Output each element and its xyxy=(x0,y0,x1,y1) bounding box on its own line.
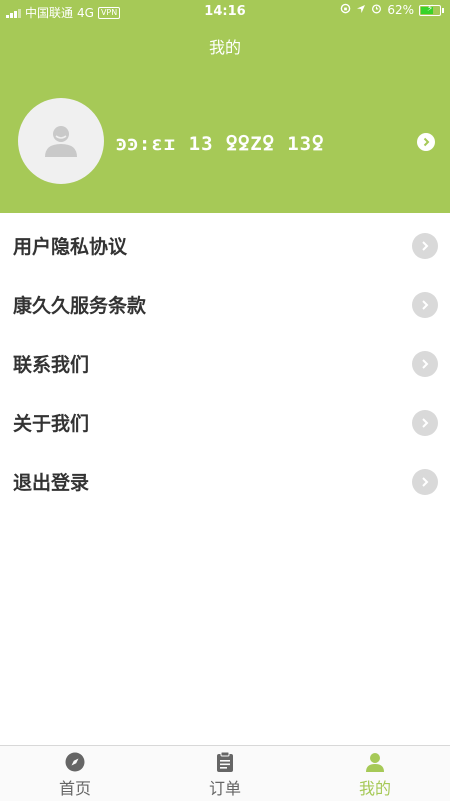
battery-icon: ⚡ xyxy=(419,4,441,16)
tab-orders[interactable]: 订单 xyxy=(150,746,300,801)
menu-item-privacy[interactable]: 用户隐私协议 xyxy=(0,216,450,275)
profile-arrow-icon[interactable] xyxy=(417,133,435,151)
menu-item-terms[interactable]: 康久久服务条款 xyxy=(0,275,450,334)
menu-item-label: 康久久服务条款 xyxy=(13,295,147,317)
menu-item-label: 用户隐私协议 xyxy=(13,236,128,258)
default-avatar-icon xyxy=(45,126,77,157)
alarm-icon xyxy=(371,3,382,17)
avatar[interactable] xyxy=(18,98,104,184)
settings-menu: 用户隐私协议 康久久服务条款 联系我们 关于我们 退出登录 xyxy=(0,216,450,511)
compass-icon xyxy=(65,752,85,772)
chevron-right-icon xyxy=(412,291,438,318)
status-right: 62% ⚡ xyxy=(340,3,444,17)
tab-label: 订单 xyxy=(208,779,241,798)
profile-header: 中国联通 4G VPN 14:16 62% ⚡ 我的 ꜿꜿ:ɛɪ 13 ꝿꝿZꝿ… xyxy=(0,0,450,213)
menu-item-label: 退出登录 xyxy=(13,472,90,494)
chevron-right-icon xyxy=(412,350,438,377)
location-icon xyxy=(356,3,366,17)
chevron-right-icon xyxy=(412,409,438,436)
bottom-tab-bar: 首页 订单 我的 xyxy=(0,745,450,801)
menu-item-label: 联系我们 xyxy=(13,354,90,376)
lock-rotation-icon xyxy=(340,3,351,17)
chevron-right-icon xyxy=(412,232,438,259)
menu-item-logout[interactable]: 退出登录 xyxy=(0,452,450,511)
tab-mine[interactable]: 我的 xyxy=(300,746,450,801)
page-title: 我的 xyxy=(208,38,241,57)
menu-item-contact[interactable]: 联系我们 xyxy=(0,334,450,393)
battery-percent: 62% xyxy=(387,3,414,17)
profile-name[interactable]: ꜿꜿ:ɛɪ 13 ꝿꝿZꝿ 13ꝿ xyxy=(116,130,324,156)
chevron-right-icon xyxy=(412,468,438,495)
tab-label: 首页 xyxy=(58,779,91,798)
status-bar: 中国联通 4G VPN 14:16 62% ⚡ xyxy=(0,0,450,22)
battery-tip xyxy=(442,7,444,13)
menu-item-label: 关于我们 xyxy=(13,413,90,435)
menu-item-about[interactable]: 关于我们 xyxy=(0,393,450,452)
tab-home[interactable]: 首页 xyxy=(0,746,150,801)
tab-label: 我的 xyxy=(358,779,391,798)
user-icon xyxy=(366,753,384,772)
clipboard-icon xyxy=(217,752,233,772)
